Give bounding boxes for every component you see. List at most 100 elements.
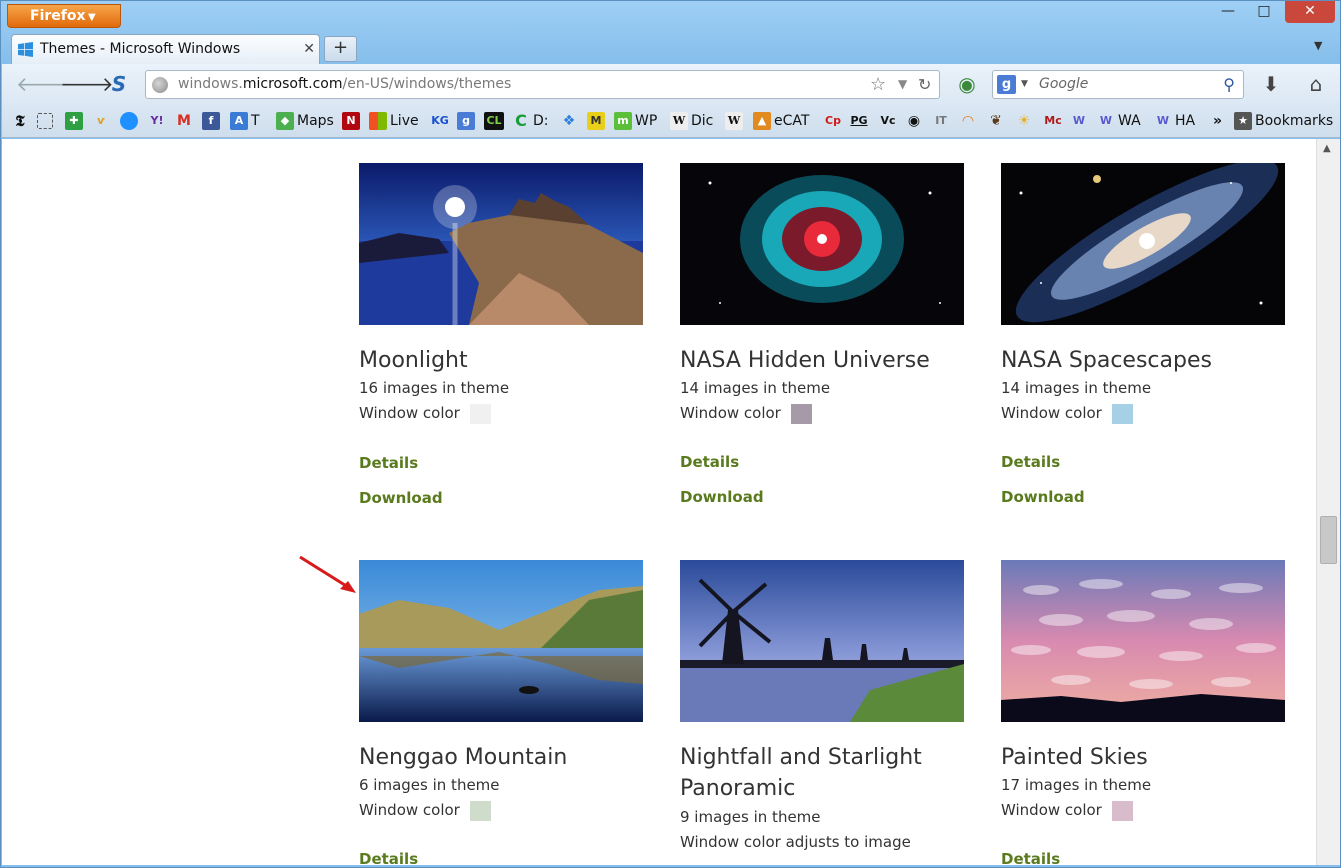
- vonage-icon[interactable]: ѵ: [92, 111, 113, 131]
- search-engine-dropdown-icon[interactable]: ▼: [1021, 71, 1028, 98]
- bookmark-label: WP: [635, 113, 658, 129]
- forward-icon[interactable]: 🡒: [60, 72, 114, 96]
- bookmarks-menu[interactable]: ★ Bookmarks: [1234, 111, 1333, 131]
- theme-image-count: 9 images in theme: [680, 808, 821, 826]
- url-bar[interactable]: windows.microsoft.com/en-US/windows/them…: [145, 70, 940, 99]
- download-link[interactable]: Download: [680, 488, 764, 506]
- download-link[interactable]: Download: [1001, 488, 1085, 506]
- scroll-up-icon[interactable]: ▲: [1323, 143, 1331, 154]
- theme-title: Nightfall and Starlight: [680, 745, 922, 770]
- new-tab-button[interactable]: +: [324, 36, 357, 62]
- details-link[interactable]: Details: [359, 454, 418, 472]
- wikipedia-icon[interactable]: W: [725, 111, 746, 131]
- dropbox-icon[interactable]: ❖: [560, 111, 581, 131]
- bookmark-label: Live: [390, 113, 419, 129]
- theme-thumbnail[interactable]: [1001, 560, 1285, 722]
- bookmark-label: T: [251, 113, 260, 129]
- bookmark-ecat[interactable]: ▲ eCAT: [753, 111, 809, 131]
- tab-list-icon[interactable]: ▼: [1314, 39, 1322, 52]
- window-color-label: Window color: [1001, 801, 1102, 819]
- bookmark-label: eCAT: [774, 113, 810, 129]
- theme-thumbnail[interactable]: [359, 163, 643, 325]
- close-tab-icon[interactable]: ✕: [303, 35, 315, 63]
- vc-icon[interactable]: Vc: [877, 111, 902, 131]
- netflix-icon[interactable]: N: [342, 111, 363, 131]
- m-icon[interactable]: M: [587, 111, 608, 131]
- bookmark-maps[interactable]: ◆ Maps: [276, 111, 334, 131]
- back-icon[interactable]: 🡐: [16, 72, 70, 96]
- theme-thumbnail[interactable]: [359, 560, 643, 722]
- close-window-button[interactable]: ✕: [1285, 1, 1335, 23]
- search-icon[interactable]: ⚲: [1223, 71, 1235, 98]
- url-domain: microsoft.com: [242, 76, 343, 92]
- it-icon[interactable]: IT: [932, 111, 953, 131]
- bookmark-translate[interactable]: AT: [230, 111, 260, 131]
- addon-icon[interactable]: ◉: [954, 72, 980, 96]
- theme-thumbnail[interactable]: [1001, 163, 1285, 325]
- gmail-icon[interactable]: M: [175, 111, 196, 131]
- theme-thumbnail[interactable]: [680, 560, 964, 722]
- browser-window: Firefox ▼ — □ ✕ Themes - Microsoft Window…: [0, 0, 1341, 868]
- painted-skies-image: [1001, 560, 1285, 722]
- bookmark-d[interactable]: C D:: [512, 111, 549, 131]
- sunrise-icon[interactable]: ☀: [1015, 111, 1036, 131]
- downloads-icon[interactable]: ⬇: [1258, 72, 1284, 96]
- feet-icon[interactable]: ❦: [987, 111, 1008, 131]
- bookmark-wa[interactable]: W WA: [1097, 111, 1141, 131]
- tab-title: Themes - Microsoft Windows: [40, 41, 241, 57]
- screenshot-icon[interactable]: [37, 111, 56, 131]
- details-link[interactable]: Details: [1001, 453, 1060, 471]
- eye-icon[interactable]: ◉: [905, 111, 926, 131]
- circle-icon[interactable]: [120, 111, 141, 131]
- caret-down-icon: ▼: [88, 12, 96, 23]
- details-link[interactable]: Details: [359, 850, 418, 865]
- mc-icon[interactable]: Mc: [1042, 111, 1067, 131]
- url-history-dropdown-icon[interactable]: ▼: [898, 71, 907, 98]
- maximize-button[interactable]: □: [1249, 1, 1279, 23]
- wm-icon[interactable]: W: [1070, 111, 1091, 131]
- search-input[interactable]: g ▼ Google ⚲: [992, 70, 1244, 99]
- plus-icon[interactable]: ✚: [65, 111, 86, 131]
- firefox-menu-label: Firefox: [30, 8, 86, 24]
- google-bookmark-icon[interactable]: g: [457, 111, 478, 131]
- pg-icon[interactable]: PG: [848, 111, 873, 131]
- home-icon[interactable]: ⌂: [1303, 72, 1329, 96]
- window-color-label: Window color: [680, 404, 781, 422]
- globe-icon: [152, 77, 168, 93]
- more-bookmarks-icon[interactable]: »: [1213, 111, 1222, 131]
- cp-icon[interactable]: Cp: [822, 111, 847, 131]
- firefox-menu-button[interactable]: Firefox ▼: [7, 4, 121, 28]
- yahoo-icon[interactable]: Y!: [146, 111, 171, 131]
- details-link[interactable]: Details: [1001, 850, 1060, 865]
- bookmark-ha[interactable]: W HA: [1154, 111, 1195, 131]
- bookmarks-toolbar: 𝕿 ✚ ѵ Y! M f AT ◆ Maps N Live KG g CL C D:…: [2, 104, 1340, 138]
- minimize-button[interactable]: —: [1213, 1, 1243, 23]
- wifi-icon[interactable]: ◠: [959, 111, 980, 131]
- bookmark-wp[interactable]: m WP: [614, 111, 657, 131]
- kg-icon[interactable]: KG: [429, 111, 454, 131]
- url-path: /en-US/windows/themes: [342, 76, 512, 92]
- bookmark-dic[interactable]: W Dic: [670, 111, 713, 131]
- theme-title: Painted Skies: [1001, 745, 1148, 770]
- theme-image-count: 17 images in theme: [1001, 776, 1152, 794]
- window-color-label: Window color: [359, 404, 460, 422]
- theme-thumbnail[interactable]: [680, 163, 964, 325]
- details-link[interactable]: Details: [680, 453, 739, 471]
- facebook-icon[interactable]: f: [202, 111, 223, 131]
- nyt-icon[interactable]: 𝕿: [11, 111, 32, 131]
- bookmark-live[interactable]: Live: [369, 111, 419, 131]
- cl-icon[interactable]: CL: [484, 111, 507, 131]
- bookmark-label: HA: [1175, 113, 1196, 129]
- download-link[interactable]: Download: [359, 489, 443, 507]
- nightfall-panoramic-image: [680, 560, 964, 722]
- vertical-scrollbar[interactable]: ▲: [1316, 139, 1340, 865]
- nasa-spacescapes-image: [1001, 163, 1285, 325]
- bookmark-label: D:: [533, 113, 549, 129]
- bookmark-star-icon[interactable]: ☆: [870, 71, 886, 98]
- scrollbar-thumb[interactable]: [1320, 516, 1337, 564]
- google-icon[interactable]: g: [997, 75, 1016, 94]
- tab-themes[interactable]: Themes - Microsoft Windows ✕: [11, 34, 320, 64]
- reload-icon[interactable]: ↻: [918, 71, 931, 98]
- window-color-swatch: [791, 404, 812, 424]
- skype-icon[interactable]: S: [106, 72, 132, 96]
